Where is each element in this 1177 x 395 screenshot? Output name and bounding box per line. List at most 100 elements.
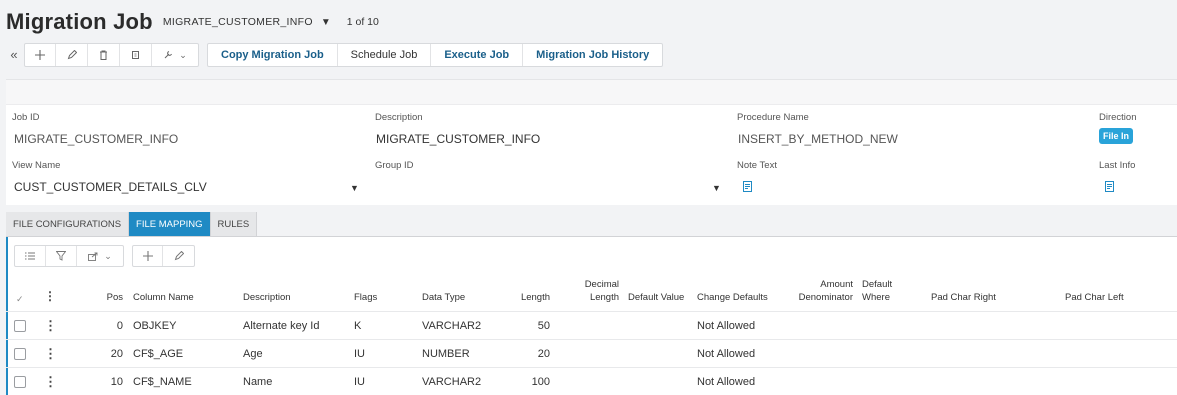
cell-pos: 0 [116,320,123,332]
header-default-where-line2: Where [862,292,890,303]
file-mapping-table: ⌄ ✓ ⋮ Pos Column Name Description Flags … [6,236,1177,395]
main-toolbar: « ⌄ Copy Migration Job Schedule Job Exec… [6,43,664,67]
header-change-defaults[interactable]: Change Defaults [697,292,768,304]
tab-file-configurations[interactable]: FILE CONFIGURATIONS [6,212,130,236]
header-decimal-length-line2: Length [589,292,619,303]
cell-data-type: NUMBER [422,348,470,360]
description-label: Description [375,112,423,123]
cell-length: 20 [537,348,550,360]
cell-description: Name [243,376,273,388]
record-navigation-count: 1 of 10 [346,16,379,28]
description-value[interactable]: MIGRATE_CUSTOMER_INFO [376,132,540,146]
cell-description: Age [243,348,263,360]
last-info-field: Last Info [1099,160,1135,197]
cell-column-name: OBJKEY [133,320,177,332]
table-toolbar: ⌄ [14,245,203,267]
more-actions-dropdown[interactable]: ⌄ [152,44,198,66]
chevron-down-icon[interactable]: ▼ [350,183,359,193]
row-checkbox[interactable] [14,348,26,360]
crud-button-group: ⌄ [24,43,199,67]
row-menu-icon[interactable]: ⋮ [44,368,57,395]
chevron-down-icon[interactable]: ▼ [321,17,331,28]
cell-data-type: VARCHAR2 [422,376,482,388]
migration-job-page: Migration Job MIGRATE_CUSTOMER_INFO ▼ 1 … [0,0,1177,395]
procedure-name-value: INSERT_BY_METHOD_NEW [738,132,898,146]
pencil-icon [174,251,184,261]
header-description[interactable]: Description [243,292,291,304]
note-icon[interactable] [743,179,777,197]
column-options-icon[interactable]: ⋮ [44,289,56,303]
row-checkbox[interactable] [14,320,26,332]
select-all-checkmark[interactable]: ✓ [16,294,24,305]
header-default-value[interactable]: Default Value [628,292,684,304]
cell-pos: 10 [110,376,123,388]
tab-rules[interactable]: RULES [210,212,258,236]
chevron-down-icon[interactable]: ▼ [712,183,721,193]
table-row[interactable]: ⋮ 0 OBJKEY Alternate key Id K VARCHAR2 5… [6,311,1177,339]
plus-icon [142,251,153,261]
header-amount-denominator-line1: Amount [820,279,853,290]
view-name-field: View Name CUST_CUSTOMER_DETAILS_CLV [12,160,207,194]
note-icon[interactable] [1105,179,1135,197]
header-flags[interactable]: Flags [354,292,377,304]
row-checkbox[interactable] [14,376,26,388]
header-length[interactable]: Length [506,292,550,304]
edit-button[interactable] [56,44,88,66]
procedure-name-field: Procedure Name INSERT_BY_METHOD_NEW [737,112,898,146]
copy-icon [131,51,139,59]
edit-row-button[interactable] [163,246,194,266]
list-view-icon[interactable] [15,246,46,266]
header-pad-char-right[interactable]: Pad Char Right [931,292,996,304]
tab-file-mapping[interactable]: FILE MAPPING [129,212,211,236]
last-info-label: Last Info [1099,160,1136,171]
header-pad-char-left[interactable]: Pad Char Left [1065,292,1124,304]
cell-flags: IU [354,376,365,388]
record-selector[interactable]: MIGRATE_CUSTOMER_INFO [163,16,313,28]
header-column-name[interactable]: Column Name [133,292,194,304]
migration-job-history-button[interactable]: Migration Job History [523,44,662,66]
duplicate-button[interactable] [120,44,152,66]
trash-icon [100,50,107,60]
table-row[interactable]: ⋮ 20 CF$_AGE Age IU NUMBER 20 Not Allowe… [6,339,1177,367]
description-field: Description MIGRATE_CUSTOMER_INFO [375,112,540,146]
table-row[interactable]: ⋮ 10 CF$_NAME Name IU VARCHAR2 100 Not A… [6,367,1177,395]
job-details-form: Job ID MIGRATE_CUSTOMER_INFO Description… [6,79,1177,205]
delete-button[interactable] [88,44,120,66]
add-button[interactable] [25,44,56,66]
procedure-name-label: Procedure Name [737,112,809,123]
note-text-field: Note Text [737,160,777,197]
header-decimal-length[interactable]: Decimal Length [576,279,619,304]
chevron-down-icon: ⌄ [104,250,112,261]
copy-migration-job-button[interactable]: Copy Migration Job [208,44,338,66]
chevron-down-icon: ⌄ [179,49,187,60]
row-menu-icon[interactable]: ⋮ [44,312,57,340]
group-id-field: Group ID [375,160,414,180]
view-name-value[interactable]: CUST_CUSTOMER_DETAILS_CLV [14,180,207,194]
command-button-group: Copy Migration Job Schedule Job Execute … [207,43,664,67]
schedule-job-button[interactable]: Schedule Job [338,44,432,66]
header-amount-denominator[interactable]: Amount Denominator [786,279,853,304]
cell-data-type: VARCHAR2 [422,320,482,332]
row-menu-icon[interactable]: ⋮ [44,340,57,368]
cell-length: 50 [537,320,550,332]
header-data-type[interactable]: Data Type [422,292,465,304]
filter-icon[interactable] [46,246,77,266]
group-id-label: Group ID [375,160,414,171]
export-dropdown[interactable]: ⌄ [77,246,123,266]
collapse-icon[interactable]: « [6,43,22,67]
cell-column-name: CF$_NAME [133,376,192,388]
page-title: Migration Job [6,9,153,34]
cell-pos: 20 [110,348,123,360]
view-name-label: View Name [12,160,61,171]
cell-column-name: CF$_AGE [133,348,184,360]
cell-description: Alternate key Id [243,320,320,332]
cell-change-defaults: Not Allowed [697,376,756,388]
direction-label: Direction [1099,112,1137,123]
header-pos[interactable]: Pos [96,292,123,304]
cell-flags: K [354,320,362,332]
page-header: Migration Job MIGRATE_CUSTOMER_INFO ▼ 1 … [6,6,379,38]
add-row-button[interactable] [133,246,163,266]
header-default-where[interactable]: Default Where [862,279,892,304]
plus-icon [35,50,45,60]
execute-job-button[interactable]: Execute Job [431,44,524,66]
